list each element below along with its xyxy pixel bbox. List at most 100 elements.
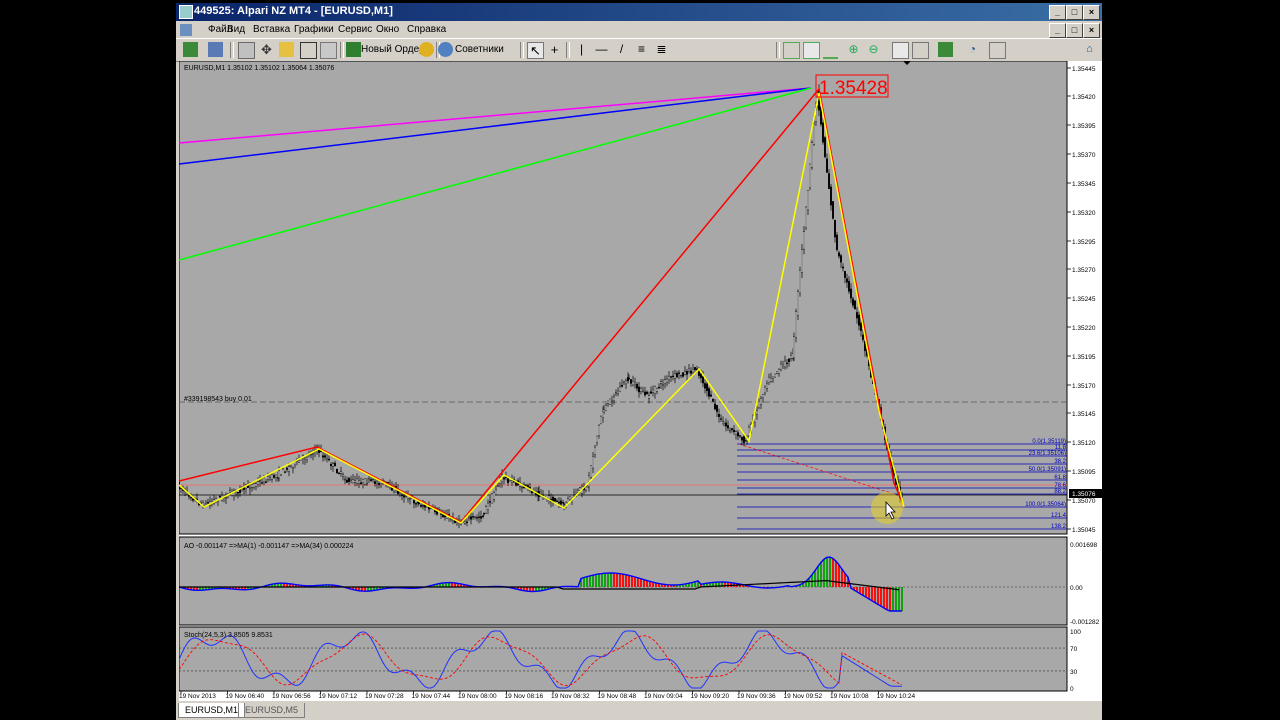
price-axis-label: 1.35395 <box>1072 123 1096 130</box>
candle-body <box>650 391 653 394</box>
candle-body <box>329 463 332 467</box>
help-icon[interactable]: ⌂ <box>1082 42 1097 57</box>
chart-header: EURUSD,M1 1.35102 1.35102 1.35064 1.3507… <box>184 65 334 72</box>
candle-body <box>472 516 475 518</box>
new-order-icon[interactable] <box>346 42 361 57</box>
candle-body <box>268 477 271 480</box>
candle-body <box>718 414 721 417</box>
candle-body <box>720 418 723 420</box>
candle-body <box>480 516 483 519</box>
candle-body <box>702 376 705 384</box>
close-button[interactable]: × <box>1083 5 1100 20</box>
candle-body <box>660 381 663 384</box>
new-order-button[interactable]: Новый Ордер <box>361 44 425 55</box>
zoom-in-icon[interactable]: ⊕ <box>846 42 861 57</box>
bar-chart-icon[interactable] <box>783 42 800 59</box>
channel-icon[interactable]: ≡ <box>634 42 649 57</box>
price-axis-label: 1.35320 <box>1072 210 1096 217</box>
maximize-button[interactable]: □ <box>1066 5 1083 20</box>
candle-body <box>737 432 740 437</box>
candle-body <box>674 373 677 379</box>
candle-body <box>772 376 775 379</box>
periods-icon[interactable]: ◔ <box>965 42 980 57</box>
data-window-icon[interactable] <box>279 42 294 57</box>
candle-body <box>421 505 424 507</box>
child-close-button[interactable]: × <box>1083 23 1100 38</box>
crosshair-icon[interactable]: + <box>547 42 562 57</box>
cursor-icon[interactable]: ↖ <box>527 42 544 59</box>
chart-area[interactable]: 0.0(1.35119) 11.8 23.6(1.35106) 38.2 50.0(1.… <box>177 60 1102 701</box>
candle-body <box>860 322 863 331</box>
candle-body <box>598 424 601 436</box>
market-watch-icon[interactable] <box>238 42 255 59</box>
tab-eurusd-m5[interactable]: EURUSD,M5 <box>238 703 306 718</box>
candle-body <box>801 249 804 273</box>
candle-body <box>416 501 419 504</box>
candle-body <box>822 122 825 143</box>
menu-window[interactable]: Окно <box>376 24 399 35</box>
horizontal-line-icon[interactable]: — <box>594 42 609 57</box>
candle-body <box>758 401 761 408</box>
templates-icon[interactable] <box>989 42 1006 59</box>
chart-shift-icon[interactable] <box>912 42 929 59</box>
child-minimize-button[interactable]: _ <box>1049 23 1066 38</box>
order-line-label: #339198543 buy 0.01 <box>184 396 252 403</box>
candle-body <box>716 405 719 412</box>
candle-body <box>339 471 342 474</box>
tab-eurusd-m1[interactable]: EURUSD,M1 <box>178 703 246 718</box>
candle-body <box>621 385 624 387</box>
chart-canvas[interactable]: 0.0(1.35119)11.823.6(1.35106)38.250.0(1.… <box>177 60 1102 701</box>
profiles-icon[interactable] <box>208 42 223 57</box>
candle-body <box>605 404 608 412</box>
fibonacci-icon[interactable]: ≣ <box>654 42 669 57</box>
menu-help[interactable]: Справка <box>407 24 446 35</box>
trendline-icon[interactable]: / <box>614 42 629 57</box>
vertical-line-icon[interactable]: | <box>574 42 589 57</box>
price-axis-label: 1.35245 <box>1072 296 1096 303</box>
candle-body <box>333 462 336 467</box>
candle-body <box>250 484 253 488</box>
candle-body <box>371 478 374 481</box>
indicators-icon[interactable] <box>938 42 953 57</box>
menu-view[interactable]: Вид <box>227 24 245 35</box>
menu-charts[interactable]: Графики <box>294 24 334 35</box>
candle-body <box>283 471 286 473</box>
expert-advisors-button[interactable]: Советники <box>455 44 504 55</box>
candle-body <box>784 360 787 368</box>
line-chart-icon[interactable] <box>823 42 838 59</box>
document-icon[interactable] <box>180 24 192 36</box>
tester-icon[interactable] <box>320 42 337 59</box>
price-axis-label: 1.35220 <box>1072 325 1096 332</box>
candle-body <box>353 480 356 483</box>
terminal-icon[interactable] <box>300 42 317 59</box>
candle-body <box>760 398 763 405</box>
metaeditor-icon[interactable] <box>419 42 434 57</box>
time-axis-label: 19 Nov 08:48 <box>598 693 637 700</box>
candle-body <box>836 234 839 251</box>
candle-body <box>735 431 738 435</box>
candle-body <box>830 186 833 206</box>
candle-body <box>778 368 781 374</box>
auto-scroll-icon[interactable] <box>892 42 909 59</box>
minimize-button[interactable]: _ <box>1049 5 1066 20</box>
candle-body <box>189 496 192 499</box>
new-chart-icon[interactable] <box>183 42 198 57</box>
stoch-axis-label: 0 <box>1070 686 1074 693</box>
time-axis-label: 19 Nov 07:44 <box>412 693 451 700</box>
time-axis-label: 19 Nov 09:04 <box>644 693 683 700</box>
stoch-axis-label: 70 <box>1070 646 1078 653</box>
candle-body <box>680 374 683 377</box>
candlestick-icon[interactable] <box>803 42 820 59</box>
menu-tools[interactable]: Сервис <box>338 24 372 35</box>
navigator-icon[interactable]: ✥ <box>259 42 274 57</box>
candle-body <box>764 386 767 394</box>
candle-body <box>809 163 812 188</box>
child-restore-button[interactable]: □ <box>1066 23 1083 38</box>
candle-body <box>634 382 637 385</box>
candle-body <box>343 478 346 481</box>
menu-insert[interactable]: Вставка <box>253 24 290 35</box>
candle-body <box>417 502 420 505</box>
price-axis-label: 1.35445 <box>1072 66 1096 73</box>
expert-advisors-icon[interactable] <box>438 42 453 57</box>
zoom-out-icon[interactable]: ⊖ <box>866 42 881 57</box>
